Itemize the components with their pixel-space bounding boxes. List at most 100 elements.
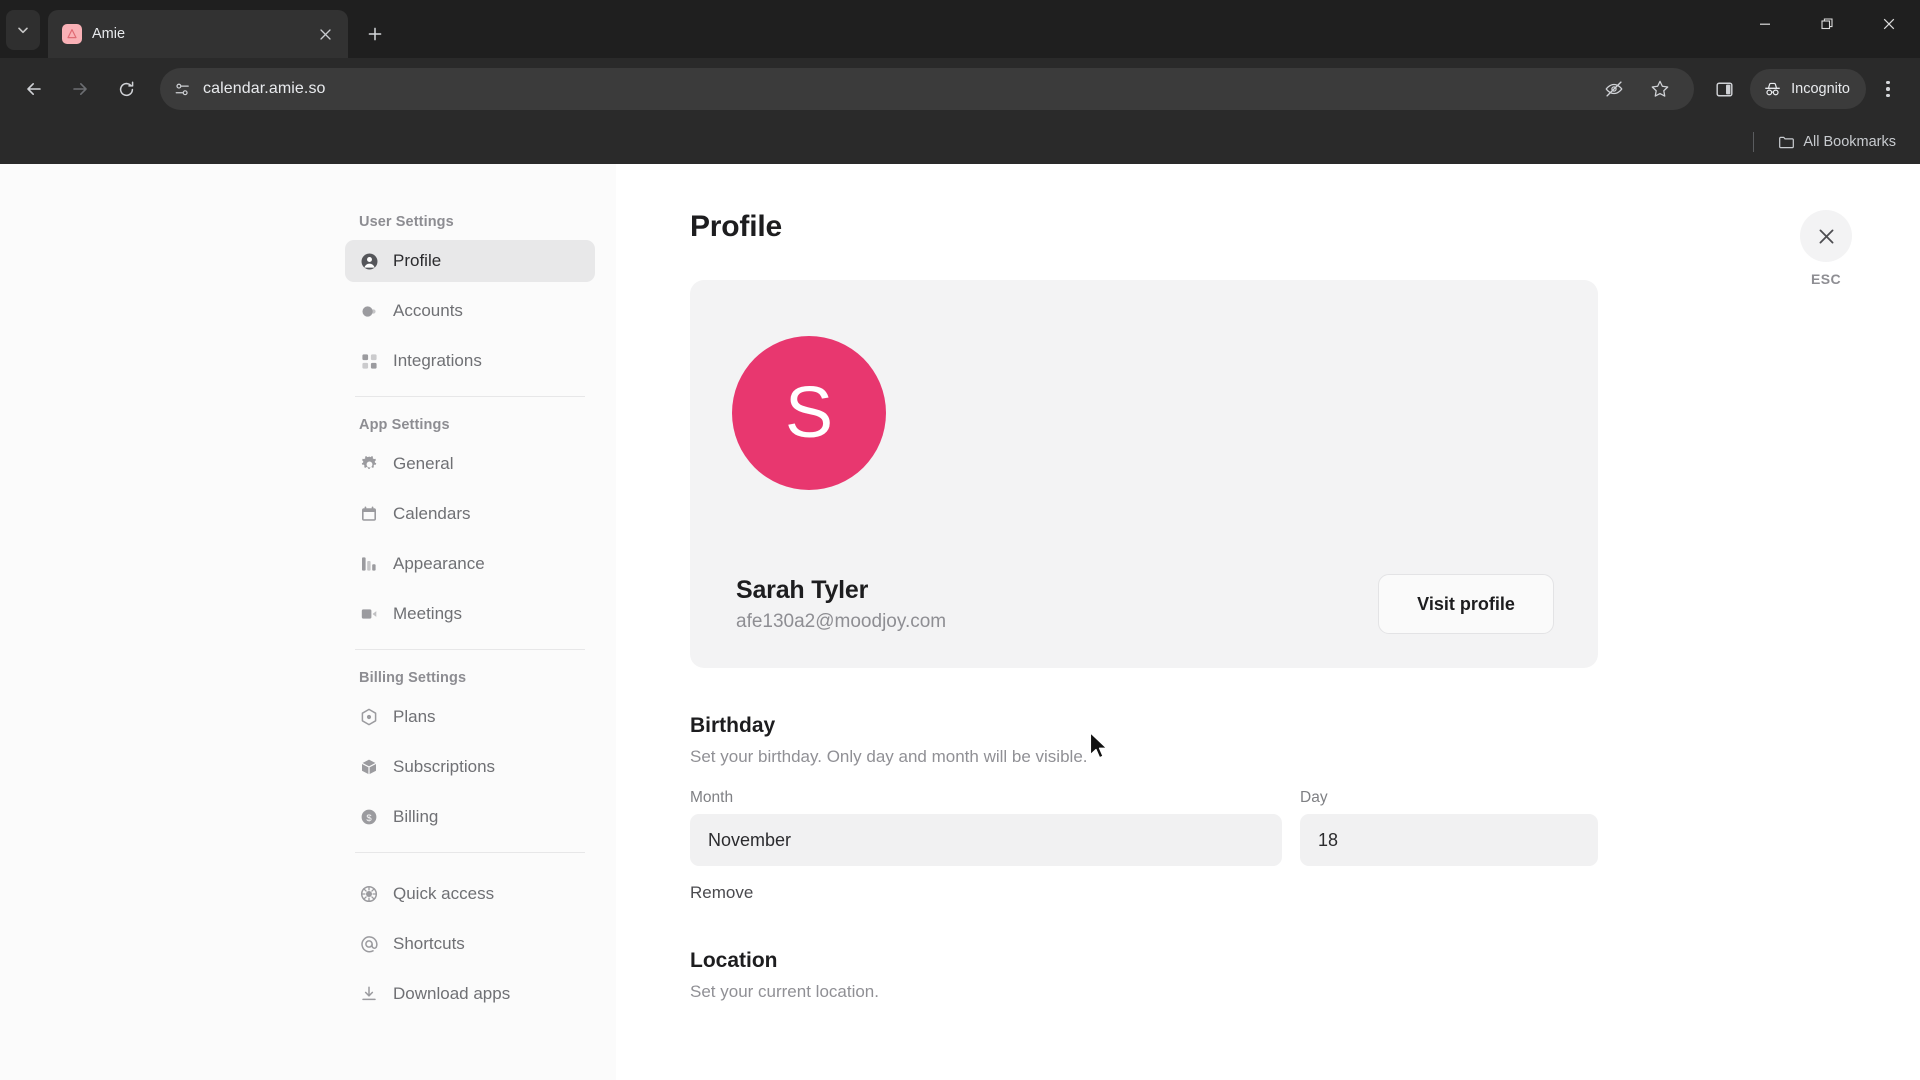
sidebar-item-calendars[interactable]: Calendars bbox=[345, 493, 595, 535]
close-icon bbox=[319, 28, 331, 40]
remove-birthday-button[interactable]: Remove bbox=[690, 883, 753, 903]
incognito-label: Incognito bbox=[1791, 81, 1850, 97]
minimize-icon bbox=[1760, 23, 1770, 25]
address-bar[interactable]: calendar.amie.so bbox=[160, 68, 1695, 110]
chevron-down-icon bbox=[18, 27, 28, 34]
location-subtitle: Set your current location. bbox=[690, 982, 879, 1001]
incognito-icon bbox=[1763, 80, 1782, 99]
month-label: Month bbox=[690, 789, 734, 806]
tab-title: Amie bbox=[92, 26, 126, 42]
sidebar-item-general[interactable]: General bbox=[345, 443, 595, 485]
sidebar-item-label: Appearance bbox=[393, 554, 485, 573]
sidebar-item-label: General bbox=[393, 454, 454, 473]
folder-icon bbox=[1778, 134, 1795, 151]
sidebar-item-label: Meetings bbox=[393, 604, 462, 623]
all-bookmarks-button[interactable]: All Bookmarks bbox=[1770, 129, 1904, 156]
forward-arrow-icon bbox=[73, 83, 87, 95]
at-sign-icon bbox=[359, 934, 379, 954]
window-close-button[interactable] bbox=[1858, 0, 1920, 48]
birthday-section: Birthday Set your birthday. Only day and… bbox=[690, 714, 1598, 903]
sidebar-divider bbox=[355, 396, 585, 397]
esc-label: ESC bbox=[1811, 271, 1841, 287]
sidebar-divider bbox=[355, 852, 585, 853]
appearance-bars-icon bbox=[359, 554, 379, 574]
page-content: User Settings Profile Accounts Integrati… bbox=[0, 164, 1920, 1080]
location-title: Location bbox=[690, 949, 778, 972]
sidebar-item-label: Download apps bbox=[393, 984, 511, 1003]
window-minimize-button[interactable] bbox=[1734, 0, 1796, 48]
sidebar-item-shortcuts[interactable]: Shortcuts bbox=[345, 923, 595, 965]
plus-icon bbox=[368, 27, 382, 41]
sidebar-item-profile[interactable]: Profile bbox=[345, 240, 595, 282]
quick-access-icon bbox=[359, 884, 379, 904]
sidebar-item-label: Subscriptions bbox=[393, 757, 496, 776]
visit-profile-button[interactable]: Visit profile bbox=[1378, 574, 1554, 634]
sidebar-item-subscriptions[interactable]: Subscriptions bbox=[345, 746, 595, 788]
sidebar-item-label: Accounts bbox=[393, 301, 463, 320]
all-bookmarks-label: All Bookmarks bbox=[1803, 134, 1896, 150]
tab-close-button[interactable] bbox=[312, 21, 338, 47]
close-icon bbox=[1819, 229, 1833, 243]
tab-strip: Amie bbox=[0, 0, 1920, 58]
tracking-protection-icon[interactable] bbox=[1594, 69, 1634, 109]
sidebar-item-label: Profile bbox=[393, 251, 442, 270]
sidebar-item-appearance[interactable]: Appearance bbox=[345, 543, 595, 585]
profile-name: Sarah Tyler bbox=[736, 575, 869, 604]
side-panel-icon[interactable] bbox=[1704, 69, 1744, 109]
box-icon bbox=[359, 757, 379, 777]
settings-main-panel: Profile S Sarah Tyler afe130a2@moodjoy.c… bbox=[616, 164, 1920, 1080]
sidebar-group-label-user-settings: User Settings bbox=[359, 214, 454, 230]
tab-search-button[interactable] bbox=[6, 10, 40, 50]
amie-logo-icon bbox=[62, 24, 82, 44]
sidebar-divider bbox=[355, 649, 585, 650]
calendar-icon bbox=[359, 504, 379, 524]
bookmark-star-icon[interactable] bbox=[1640, 69, 1680, 109]
sidebar-item-label: Quick access bbox=[393, 884, 495, 903]
browser-tab[interactable]: Amie bbox=[48, 10, 348, 58]
sidebar-item-download-apps[interactable]: Download apps bbox=[345, 973, 595, 1015]
hexagon-icon bbox=[359, 707, 379, 727]
sidebar-item-quick-access[interactable]: Quick access bbox=[345, 873, 595, 915]
sidebar-item-label: Plans bbox=[393, 707, 436, 726]
sidebar-item-integrations[interactable]: Integrations bbox=[345, 340, 595, 382]
sidebar-item-plans[interactable]: Plans bbox=[345, 696, 595, 738]
gear-icon bbox=[359, 454, 379, 474]
close-icon bbox=[1883, 18, 1895, 30]
incognito-indicator[interactable]: Incognito bbox=[1750, 69, 1866, 109]
sidebar-item-billing[interactable]: $ Billing bbox=[345, 796, 595, 838]
reload-icon bbox=[119, 81, 133, 96]
sidebar-group-label-billing-settings: Billing Settings bbox=[359, 670, 467, 686]
avatar: S bbox=[732, 336, 886, 490]
site-settings-icon[interactable] bbox=[174, 81, 191, 98]
sidebar-item-label: Calendars bbox=[393, 504, 471, 523]
profile-email: afe130a2@moodjoy.com bbox=[736, 610, 947, 632]
birthday-title: Birthday bbox=[690, 714, 776, 737]
new-tab-button[interactable] bbox=[358, 17, 392, 51]
location-section: Location Set your current location. bbox=[690, 949, 1598, 1002]
settings-sidebar: User Settings Profile Accounts Integrati… bbox=[345, 164, 595, 1023]
grid-squares-icon bbox=[359, 351, 379, 371]
sidebar-item-label: Shortcuts bbox=[393, 934, 465, 953]
browser-window: Amie calendar.amie.so Incognito All Book… bbox=[0, 0, 1920, 1080]
svg-text:$: $ bbox=[366, 813, 372, 824]
download-icon bbox=[359, 984, 379, 1004]
profile-card: S Sarah Tyler afe130a2@moodjoy.com Visit… bbox=[690, 280, 1598, 668]
browser-menu-button[interactable] bbox=[1868, 67, 1908, 111]
bookmarks-bar: All Bookmarks bbox=[0, 120, 1920, 164]
window-maximize-button[interactable] bbox=[1796, 0, 1858, 48]
maximize-icon bbox=[1821, 18, 1833, 30]
back-arrow-icon bbox=[27, 83, 41, 95]
dollar-circle-icon: $ bbox=[359, 807, 379, 827]
month-select[interactable]: November bbox=[690, 814, 1282, 866]
reload-button[interactable] bbox=[104, 67, 148, 111]
close-settings-button[interactable] bbox=[1800, 210, 1852, 262]
sidebar-item-label: Billing bbox=[393, 807, 439, 826]
sidebar-item-label: Integrations bbox=[393, 351, 482, 370]
day-select[interactable]: 18 bbox=[1300, 814, 1598, 866]
sidebar-group-label-app-settings: App Settings bbox=[359, 417, 450, 433]
forward-button[interactable] bbox=[58, 67, 102, 111]
sidebar-item-meetings[interactable]: Meetings bbox=[345, 593, 595, 635]
sidebar-item-accounts[interactable]: Accounts bbox=[345, 290, 595, 332]
bookmarks-separator bbox=[1753, 132, 1755, 152]
back-button[interactable] bbox=[12, 67, 56, 111]
